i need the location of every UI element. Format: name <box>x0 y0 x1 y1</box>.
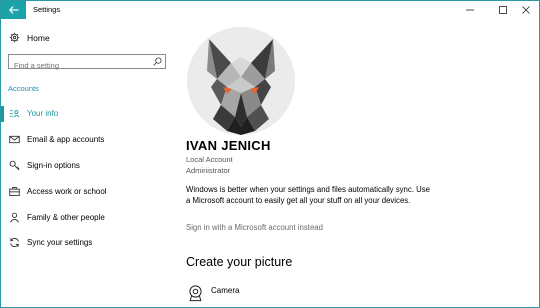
avatar <box>187 27 295 135</box>
account-role: Administrator <box>186 166 231 175</box>
maximize-icon <box>498 6 507 14</box>
close-icon <box>521 6 530 14</box>
microsoft-account-link[interactable]: Sign in with a Microsoft account instead <box>186 223 323 232</box>
back-button[interactable] <box>1 1 26 19</box>
sidebar-item-label: Family & other people <box>27 213 105 222</box>
sidebar-item-family-other-people[interactable]: Family & other people <box>1 208 176 228</box>
sidebar-item-access-work-school[interactable]: Access work or school <box>1 182 176 202</box>
active-indicator <box>1 106 4 122</box>
sidebar-item-sync-settings[interactable]: Sync your settings <box>1 233 176 253</box>
home-nav-item[interactable]: Home <box>1 29 176 47</box>
gear-icon <box>9 32 20 43</box>
person-card-icon <box>9 108 20 119</box>
webcam-icon <box>189 285 202 302</box>
search-icon[interactable] <box>153 57 162 66</box>
sync-icon <box>9 237 20 248</box>
home-label: Home <box>27 33 50 43</box>
account-type: Local Account <box>186 155 233 164</box>
sidebar: Home Accounts Your info <box>1 19 176 307</box>
sidebar-item-label: Email & app accounts <box>27 135 105 144</box>
minimize-icon <box>465 9 474 11</box>
sidebar-item-sign-in-options[interactable]: Sign-in options <box>1 156 176 176</box>
create-picture-heading: Create your picture <box>186 255 293 269</box>
wolf-avatar-image <box>187 27 295 135</box>
sidebar-item-label: Sign-in options <box>27 161 80 170</box>
user-name: IVAN JENICH <box>186 138 271 153</box>
sidebar-item-label: Your info <box>27 109 59 118</box>
accounts-section-label: Accounts <box>8 84 39 93</box>
sidebar-item-label: Access work or school <box>27 187 107 196</box>
search-box <box>8 54 166 72</box>
camera-button[interactable]: Camera <box>186 283 306 305</box>
sidebar-item-label: Sync your settings <box>27 238 93 247</box>
sidebar-item-your-info[interactable]: Your info <box>1 104 176 124</box>
back-arrow-icon <box>8 6 18 14</box>
mail-icon <box>9 134 20 145</box>
minimize-button[interactable] <box>456 1 483 19</box>
window-title: Settings <box>33 5 61 14</box>
title-bar: Settings <box>1 1 539 19</box>
briefcase-icon <box>9 186 20 197</box>
close-button[interactable] <box>512 1 539 19</box>
camera-label: Camera <box>211 286 240 295</box>
person-icon <box>9 212 20 223</box>
main-content: IVAN JENICH Local Account Administrator … <box>176 19 539 307</box>
search-input[interactable] <box>9 59 154 72</box>
key-icon <box>9 160 20 171</box>
sync-message: Windows is better when your settings and… <box>186 185 430 205</box>
settings-window: Settings Home Find a setting Accounts Yo… <box>0 0 540 308</box>
sidebar-item-email-app-accounts[interactable]: Email & app accounts <box>1 130 176 150</box>
